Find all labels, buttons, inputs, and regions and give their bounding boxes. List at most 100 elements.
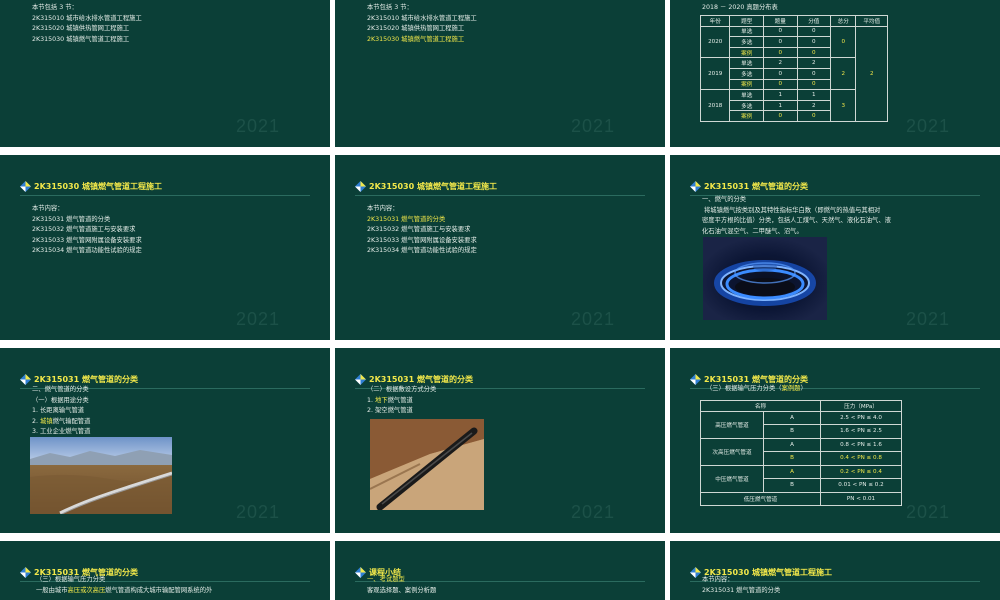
slide-7-body: 二、燃气管道的分类 （一）根据用途分类 1. 长距离输气管道 2. 城镇燃气输配… — [32, 385, 90, 438]
slide-8-thumbnail[interactable]: 2K315031 燃气管道的分类 （二）根据敷设方式分类 1. 地下燃气管道 2… — [335, 348, 665, 533]
score-cell: 0 — [796, 78, 832, 91]
section-heading: 一、考试题型 — [367, 576, 405, 583]
slide-title-text: 2K315030 城镇燃气管道工程施工 — [34, 182, 162, 191]
score-cell: 0 — [796, 25, 832, 38]
intro-text: 本节内容： — [32, 205, 64, 212]
pressure-cell: 0.01 < PN ≤ 0.2 — [820, 478, 902, 493]
paragraph-line: 客观选择题、案例分析题 — [367, 586, 437, 594]
slide-title-text: 2K315031 燃气管道的分类 — [34, 375, 138, 384]
exam-distribution-table: 年份 题型 题量 分值 总分 平均值 2020 单选 0 0 0 2 多选 0 … — [699, 15, 888, 122]
slide-10-thumbnail[interactable]: 2K315031 燃气管道的分类 （三）根据输气压力分类 一般由城市高压或次高压… — [0, 541, 330, 600]
count-cell: 0 — [763, 67, 798, 80]
intro-text: 本节包括 3 节： — [367, 4, 413, 11]
paragraph-line: 密度平方根的比值）分类，包括人工煤气、天然气、液化石油气、液 — [702, 217, 891, 224]
count-cell: 0 — [763, 36, 798, 48]
count-cell: 0 — [763, 25, 798, 38]
group-name-cell: 高压燃气管道 — [700, 410, 764, 439]
list-item: 2. 架空燃气管道 — [367, 407, 413, 414]
group-name-cell: 中压燃气管道 — [700, 464, 764, 493]
slide-title-text: 2K315031 燃气管道的分类 — [704, 182, 808, 191]
slide-1-body: 本节包括 3 节： 2K315010 城市给水排水管道工程施工 2K315020… — [32, 3, 142, 45]
slide-11-body: 一、考试题型 客观选择题、案例分析题 — [367, 575, 436, 596]
table-header: 分值 — [796, 15, 832, 27]
score-cell: 0 — [796, 110, 832, 122]
diamond-logo-icon — [20, 567, 31, 578]
diamond-logo-icon — [355, 567, 366, 578]
diamond-logo-icon — [690, 181, 701, 192]
highlight-text: 城镇 — [40, 417, 53, 425]
pressure-cell: PN < 0.01 — [820, 491, 902, 507]
slide-2-thumbnail[interactable]: 本节包括 3 节： 2K315010 城市给水排水管道工程施工 2K315020… — [335, 0, 665, 147]
list-item: 2K315032 燃气管道施工与安装要求 — [367, 226, 471, 233]
count-cell: 0 — [763, 46, 798, 59]
slide-title: 2K315031 燃气管道的分类 — [355, 374, 473, 385]
slide-5-body: 本节内容： 2K315031 燃气管道的分类 2K315032 燃气管道施工与安… — [367, 204, 477, 257]
highlight-text: 高压或次高压 — [67, 586, 106, 594]
score-cell: 2 — [796, 99, 832, 112]
list-item: 2K315032 燃气管道施工与安装要求 — [32, 226, 136, 233]
table-header: 题量 — [763, 15, 798, 27]
text-span: 燃气管道构成大城市输配管网系统的外 — [105, 586, 213, 594]
year-watermark: 2021 — [905, 502, 950, 522]
table-header: 压力（MPa） — [820, 400, 902, 412]
slide-3-thumbnail[interactable]: 2018 － 2020 真题分布表 年份 题型 题量 分值 总分 平均值 202… — [670, 0, 1000, 147]
list-item: 2K315034 燃气管道功能性试验的规定 — [32, 247, 142, 254]
slide-title: 2K315030 城镇燃气管道工程施工 — [20, 181, 162, 192]
paragraph-line: 一般由城市高压或次高压燃气管道构成大城市输配管网系统的外 — [36, 586, 212, 597]
table-header: 总分 — [830, 15, 857, 27]
score-cell: 0 — [796, 46, 832, 59]
slide-5-thumbnail[interactable]: 2K315030 城镇燃气管道工程施工 本节内容： 2K315031 燃气管道的… — [335, 155, 665, 340]
buried-pipeline-trench-photo — [370, 419, 484, 510]
title-underline — [355, 195, 645, 196]
count-cell: 0 — [763, 78, 798, 91]
list-item: 2K315034 燃气管道功能性试验的规定 — [367, 247, 477, 254]
count-cell: 1 — [763, 89, 798, 101]
type-cell: 单选 — [729, 89, 764, 101]
long-distance-pipeline-photo — [30, 437, 172, 514]
slide-9-thumbnail[interactable]: 2K315031 燃气管道的分类 （三）根据输气压力分类（案例题） 名称 压力（… — [670, 348, 1000, 533]
count-cell: 0 — [763, 110, 798, 122]
slide-4-thumbnail[interactable]: 2K315030 城镇燃气管道工程施工 本节内容： 2K315031 燃气管道的… — [0, 155, 330, 340]
pressure-cell: 0.4 < PN ≤ 0.8 — [820, 451, 902, 466]
title-underline — [20, 195, 310, 196]
list-item: 2. 城镇燃气输配管道 — [32, 417, 91, 425]
intro-text: 本节包括 3 节： — [32, 4, 78, 11]
pressure-cell: 1.6 < PN ≤ 2.5 — [820, 424, 902, 439]
score-cell: 1 — [796, 89, 832, 101]
slide-12-body: 本节内容： 2K315031 燃气管道的分类 — [702, 575, 780, 596]
type-cell: 单选 — [729, 57, 764, 69]
list-item-highlighted: 2K315031 燃气管道的分类 — [367, 215, 446, 223]
table-caption: 2018 － 2020 真题分布表 — [702, 4, 778, 11]
year-watermark: 2021 — [570, 116, 615, 136]
diamond-logo-icon — [355, 374, 366, 385]
year-watermark: 2021 — [235, 502, 280, 522]
slide-10-body: （三）根据输气压力分类 一般由城市高压或次高压燃气管道构成大城市输配管网系统的外 — [36, 575, 212, 596]
grade-cell: B — [763, 478, 821, 493]
list-item: 2K315030 城镇燃气管道工程施工 — [32, 35, 130, 43]
gas-burner-flame-photo — [703, 237, 827, 320]
year-watermark: 2021 — [570, 309, 615, 329]
slide-title: 2K315031 燃气管道的分类 — [20, 374, 138, 385]
pressure-classification-table: 名称 压力（MPa） 高压燃气管道 A 2.5 < PN ≤ 4.0 B 1.6… — [700, 400, 902, 507]
slide-12-thumbnail[interactable]: 2K315030 城镇燃气管道工程施工 本节内容： 2K315031 燃气管道的… — [670, 541, 1000, 600]
list-item: 3. 工业企业燃气管道 — [32, 428, 91, 435]
slide-1-thumbnail[interactable]: 本节包括 3 节： 2K315010 城市给水排水管道工程施工 2K315020… — [0, 0, 330, 147]
text-span: 一般由城市 — [36, 586, 68, 594]
year-cell: 2018 — [699, 89, 731, 122]
slide-11-thumbnail[interactable]: 课程小结 一、考试题型 客观选择题、案例分析题 — [335, 541, 665, 600]
slide-title: 2K315030 城镇燃气管道工程施工 — [355, 181, 497, 192]
slide-7-thumbnail[interactable]: 2K315031 燃气管道的分类 二、燃气管道的分类 （一）根据用途分类 1. … — [0, 348, 330, 533]
intro-text: 本节内容： — [367, 205, 399, 212]
year-cell: 2019 — [699, 57, 731, 91]
paragraph-line: 将城镇燃气按类别及其特性指标华白数（即燃气的热值与其相对 — [704, 206, 881, 214]
type-cell: 案例 — [729, 110, 764, 122]
slide-6-thumbnail[interactable]: 2K315031 燃气管道的分类 一、燃气的分类 将城镇燃气按类别及其特性指标华… — [670, 155, 1000, 340]
score-cell: 2 — [796, 57, 832, 69]
type-cell: 多选 — [729, 67, 764, 80]
intro-text: （三）根据输气压力分类（ — [706, 385, 782, 392]
highlight-text: 地下 — [375, 396, 388, 404]
table-header: 平均值 — [855, 15, 888, 27]
diamond-logo-icon — [690, 374, 701, 385]
score-cell: 0 — [796, 67, 832, 80]
average-cell: 2 — [855, 25, 888, 122]
